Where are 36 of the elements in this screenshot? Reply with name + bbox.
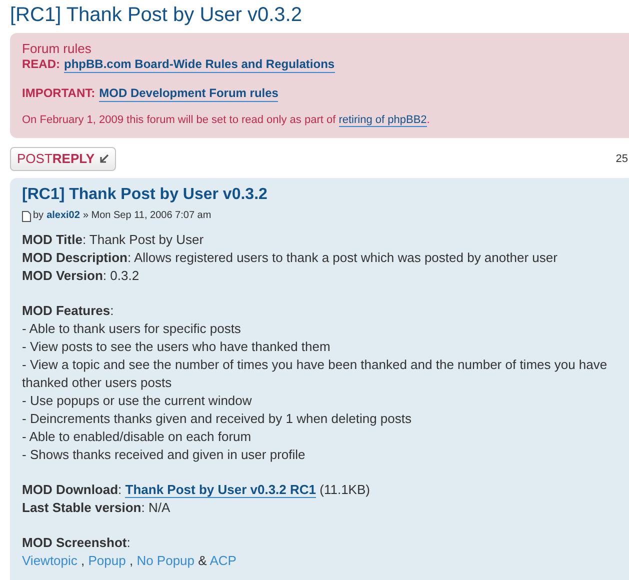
pagination-text: 25 xyxy=(616,152,629,167)
post-text: MOD Download: Thank Post by User v0.3.2 RC1 (11.1KB) xyxy=(22,481,371,499)
post-text: - View a topic and see the number of times you have been thanked and the number of times you have thanked other users posts xyxy=(22,356,608,392)
reply-arrow-icon xyxy=(98,154,109,164)
link[interactable]: retiring of phpBB2 xyxy=(338,114,427,127)
link[interactable]: MOD Development Forum rules xyxy=(99,85,278,102)
post-text: Last Stable version: N/A xyxy=(22,499,172,517)
post-text: - Deincrements thanks given and received by 1 when deleting posts xyxy=(22,410,412,428)
link[interactable]: phpBB.com Board-Wide Rules and Regulations xyxy=(64,56,335,73)
rule-label: READ: xyxy=(22,56,60,72)
post-text: MOD Screenshot: xyxy=(22,534,132,552)
post-title[interactable]: [RC1] Thank Post by User v0.3.2 xyxy=(22,184,629,206)
post-text: MOD Version: 0.3.2 xyxy=(22,267,140,285)
topic-title[interactable]: [RC1] Thank Post by User v0.3.2 xyxy=(10,0,629,33)
post-text: MOD Features: xyxy=(22,302,115,320)
link[interactable]: Popup xyxy=(88,553,126,568)
post-date: » Mon Sep 11, 2006 7:07 am xyxy=(82,209,212,223)
post-text: Viewtopic , Popup , No Popup & ACP xyxy=(22,552,238,570)
post-icon[interactable] xyxy=(22,210,31,222)
post-text: - Able to thank users for specific posts xyxy=(22,320,242,338)
link[interactable]: Viewtopic xyxy=(22,553,78,568)
post-text: - View posts to see the users who have thanked them xyxy=(22,338,332,356)
post-text: - Use popups or use the current window xyxy=(22,392,253,410)
link[interactable]: No Popup xyxy=(136,553,195,568)
post-text: - Shows thanks received and given in user profile xyxy=(22,446,306,464)
post-reply-button[interactable]: POSTREPLY xyxy=(10,147,116,171)
link[interactable]: ACP xyxy=(210,553,236,568)
rule-label: IMPORTANT: xyxy=(22,85,96,101)
link[interactable]: Thank Post by User v0.3.2 RC1 xyxy=(125,482,316,498)
author-link[interactable]: alexi02 xyxy=(46,209,80,223)
post-text: - Able to enabled/disable on each forum xyxy=(22,428,252,446)
post-text: MOD Description: Allows registered users to thank a post which was posted by another user xyxy=(22,249,558,267)
byline-text: by xyxy=(33,209,44,223)
notice-text: On February 1, 2009 this forum will be set to read only as part of retiring of phpBB2. xyxy=(22,113,431,128)
rules-heading: Forum rules xyxy=(22,41,92,56)
post-text: MOD Title: Thank Post by User xyxy=(22,231,205,249)
